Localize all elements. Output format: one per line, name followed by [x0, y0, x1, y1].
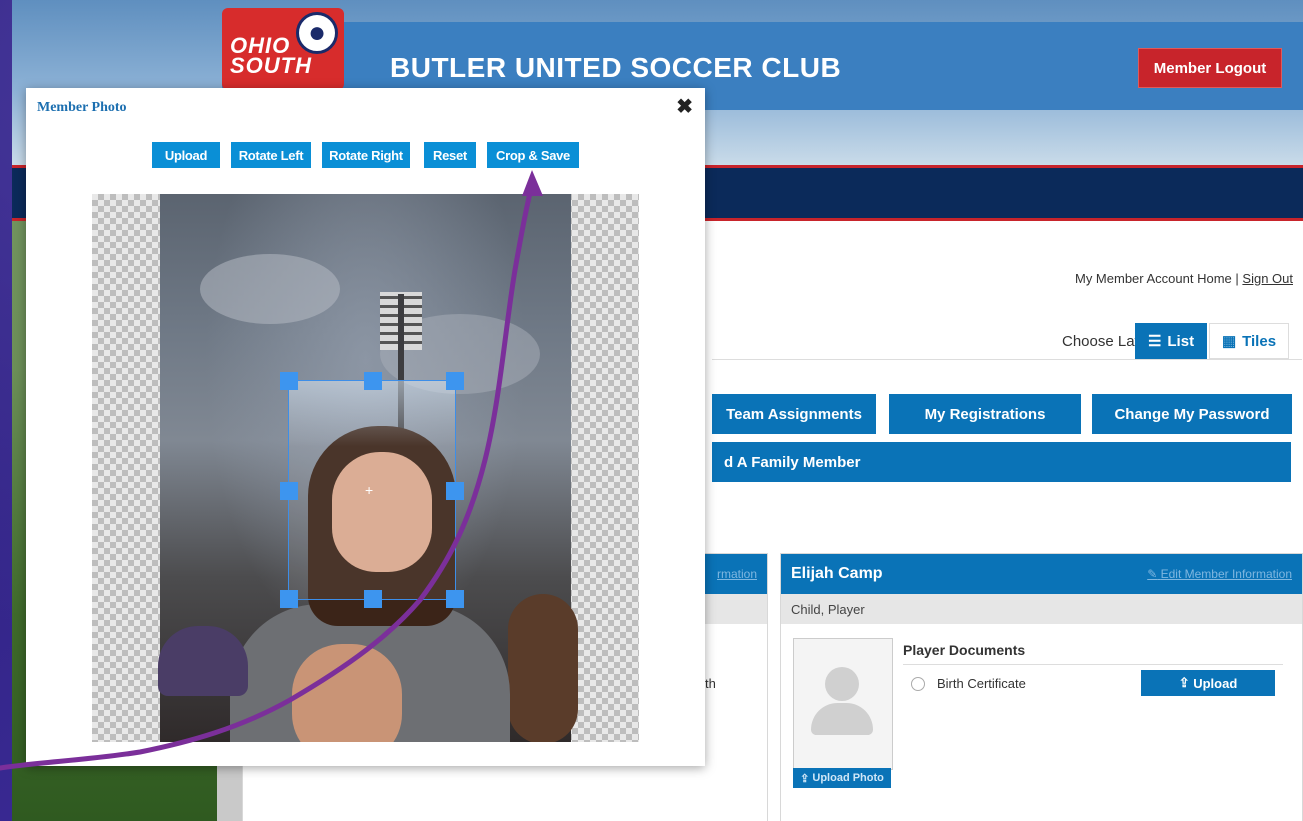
crop-handle-s[interactable] — [364, 590, 382, 608]
photo-child-face — [292, 644, 402, 742]
crop-canvas[interactable]: + — [92, 194, 639, 742]
crop-handle-n[interactable] — [364, 372, 382, 390]
photo-person — [508, 594, 578, 742]
team-assignments-button[interactable]: Team Assignments — [712, 394, 876, 434]
tiles-icon: ▦ — [1221, 333, 1237, 350]
user-silhouette-shoulders — [811, 703, 873, 735]
layout-list-button[interactable]: ☰ List — [1135, 323, 1207, 359]
document-name: Birth Certificate — [937, 676, 1026, 691]
layout-list-label: List — [1167, 332, 1195, 350]
upload-photo-label: Upload Photo — [812, 772, 884, 784]
crop-save-button[interactable]: Crop & Save — [487, 142, 579, 168]
upload-icon: ⇪ — [800, 772, 813, 785]
club-title: BUTLER UNITED SOCCER CLUB — [390, 52, 842, 83]
photo-cap — [158, 626, 248, 696]
my-registrations-button[interactable]: My Registrations — [889, 394, 1081, 434]
crop-handle-e[interactable] — [446, 482, 464, 500]
member-photo-modal: Member Photo ✖ Upload Rotate Left Rotate… — [26, 88, 705, 766]
sign-out-link[interactable]: Sign Out — [1242, 271, 1293, 286]
crop-handle-ne[interactable] — [446, 372, 464, 390]
add-family-member-button[interactable]: d A Family Member — [712, 442, 1291, 482]
rotate-left-button[interactable]: Rotate Left — [231, 142, 311, 168]
document-upload-label: Upload — [1193, 675, 1238, 691]
user-silhouette-icon — [825, 667, 859, 701]
crop-handle-sw[interactable] — [280, 590, 298, 608]
change-password-button[interactable]: Change My Password — [1092, 394, 1292, 434]
modal-title: Member Photo — [37, 100, 127, 115]
crosshair-icon: + — [365, 482, 374, 498]
logo-text: OHIO SOUTH — [230, 33, 312, 78]
upload-photo-button[interactable]: ⇪ Upload Photo — [793, 768, 891, 788]
member-card-elijah: Elijah Camp ✎ Edit Member Information Ch… — [780, 553, 1303, 821]
crop-handle-se[interactable] — [446, 590, 464, 608]
document-row: Birth Certificate — [911, 676, 1026, 691]
member-logout-button[interactable]: Member Logout — [1138, 48, 1282, 88]
layout-chooser: Choose Layout: ☰ List ▦ Tiles — [712, 323, 1302, 360]
card-header: Elijah Camp ✎ Edit Member Information — [781, 554, 1302, 594]
document-upload-button[interactable]: ⇪ Upload — [1141, 670, 1275, 696]
list-icon: ☰ — [1147, 333, 1162, 350]
separator: | — [1235, 271, 1239, 286]
edit-member-link[interactable]: rmation — [717, 567, 757, 581]
layout-tiles-label: Tiles — [1242, 332, 1277, 350]
edit-member-label: Edit Member Information — [1160, 567, 1292, 581]
reset-button[interactable]: Reset — [424, 142, 476, 168]
crop-handle-w[interactable] — [280, 482, 298, 500]
upload-button[interactable]: Upload — [152, 142, 220, 168]
close-icon[interactable]: ✖ — [676, 94, 693, 119]
radio-icon[interactable] — [911, 676, 925, 691]
member-name: Elijah Camp — [791, 565, 883, 582]
account-links: My Member Account Home | Sign Out — [1075, 271, 1293, 286]
member-photo-placeholder — [793, 638, 893, 770]
photo-cloud — [200, 254, 340, 324]
club-logo[interactable]: ● OHIO SOUTH — [222, 8, 344, 90]
rotate-right-button[interactable]: Rotate Right — [322, 142, 410, 168]
crop-selection-box[interactable]: + — [280, 372, 464, 608]
edit-member-link[interactable]: ✎ Edit Member Information — [1147, 567, 1292, 581]
account-home-link[interactable]: My Member Account Home — [1075, 271, 1232, 286]
card-roles: Child, Player — [781, 594, 1302, 624]
crop-handle-nw[interactable] — [280, 372, 298, 390]
player-documents-title: Player Documents — [903, 642, 1283, 665]
upload-icon: ⇪ — [1178, 675, 1194, 690]
document-name: th — [705, 676, 716, 691]
layout-tiles-button[interactable]: ▦ Tiles — [1209, 323, 1289, 359]
edit-pencil-icon: ✎ — [1147, 567, 1158, 581]
